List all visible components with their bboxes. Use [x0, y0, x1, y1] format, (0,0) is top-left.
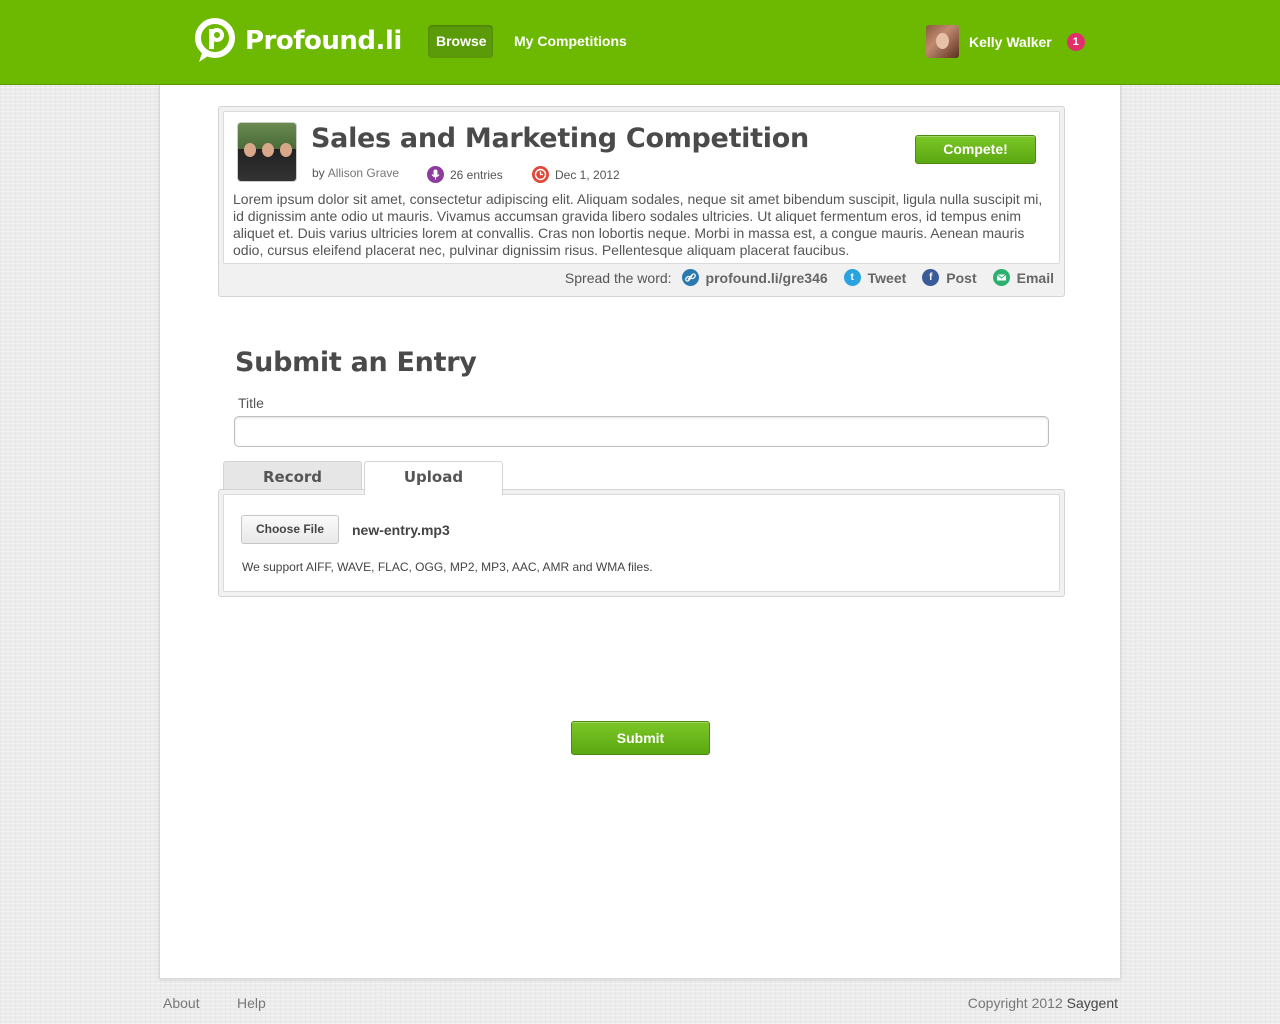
- competition-photo: [237, 122, 297, 182]
- email-icon: [992, 269, 1010, 286]
- competition-date: Dec 1, 2012: [532, 166, 620, 183]
- share-bar: Spread the word: profound.li/gre346 t Tw…: [565, 269, 1054, 286]
- title-input[interactable]: [234, 416, 1049, 447]
- profound-logo-icon: [193, 18, 237, 64]
- competition-entries: 26 entries: [427, 166, 503, 183]
- company-link[interactable]: Saygent: [1067, 995, 1118, 1011]
- notification-badge[interactable]: 1: [1066, 32, 1085, 51]
- submit-button[interactable]: Submit: [571, 721, 710, 755]
- top-navigation-bar: Profound.li Browse My Competitions Kelly…: [0, 0, 1280, 85]
- main-panel: Sales and Marketing Competition by Allis…: [159, 85, 1121, 979]
- competition-card: Sales and Marketing Competition by Allis…: [218, 106, 1065, 297]
- by-prefix: by: [312, 166, 325, 180]
- nav-my-competitions[interactable]: My Competitions: [506, 25, 635, 58]
- title-label: Title: [238, 395, 264, 411]
- short-link-text[interactable]: profound.li/gre346: [706, 270, 828, 286]
- brand-name: Profound.li: [245, 26, 402, 56]
- tweet-button[interactable]: t Tweet: [843, 269, 907, 286]
- footer-help-link[interactable]: Help: [237, 995, 266, 1011]
- photo-face: [262, 143, 274, 157]
- upload-panel-inner: Choose File new-entry.mp3 We support AIF…: [223, 494, 1060, 592]
- selected-file-name: new-entry.mp3: [352, 522, 450, 538]
- footer-about-link[interactable]: About: [163, 995, 200, 1011]
- user-avatar[interactable]: [926, 25, 959, 58]
- user-menu[interactable]: Kelly Walker 1: [926, 25, 1085, 58]
- competition-description: Lorem ipsum dolor sit amet, consectetur …: [233, 191, 1043, 258]
- tab-upload[interactable]: Upload: [364, 461, 503, 495]
- competition-author: by Allison Grave: [312, 166, 399, 180]
- supported-formats-note: We support AIFF, WAVE, FLAC, OGG, MP2, M…: [242, 560, 653, 574]
- twitter-icon: t: [843, 269, 861, 286]
- clock-icon: [532, 166, 549, 183]
- photo-face: [280, 143, 292, 157]
- user-name[interactable]: Kelly Walker: [969, 34, 1052, 50]
- submit-entry-heading: Submit an Entry: [235, 347, 477, 378]
- post-button[interactable]: f Post: [922, 269, 977, 286]
- compete-button[interactable]: Compete!: [915, 135, 1036, 164]
- microphone-icon: [427, 166, 444, 183]
- email-label[interactable]: Email: [1017, 270, 1054, 286]
- copyright-text: Copyright 2012: [967, 995, 1063, 1011]
- competition-title: Sales and Marketing Competition: [311, 123, 809, 154]
- link-icon: [681, 269, 699, 286]
- facebook-icon: f: [922, 269, 940, 286]
- entries-count: 26 entries: [450, 167, 503, 182]
- brand-logo[interactable]: Profound.li: [193, 18, 402, 64]
- nav-browse[interactable]: Browse: [428, 25, 493, 58]
- author-link[interactable]: Allison Grave: [328, 166, 399, 180]
- copyright: Copyright 2012 Saygent: [968, 995, 1118, 1011]
- tweet-label[interactable]: Tweet: [868, 270, 907, 286]
- upload-panel: Choose File new-entry.mp3 We support AIF…: [218, 489, 1065, 597]
- post-label[interactable]: Post: [946, 270, 976, 286]
- short-link[interactable]: profound.li/gre346: [681, 269, 828, 286]
- competition-details: Sales and Marketing Competition by Allis…: [223, 111, 1060, 264]
- spread-label: Spread the word:: [564, 269, 672, 286]
- choose-file-button[interactable]: Choose File: [241, 515, 339, 544]
- date-value: Dec 1, 2012: [555, 167, 620, 182]
- photo-face: [244, 143, 256, 157]
- email-button[interactable]: Email: [992, 269, 1054, 286]
